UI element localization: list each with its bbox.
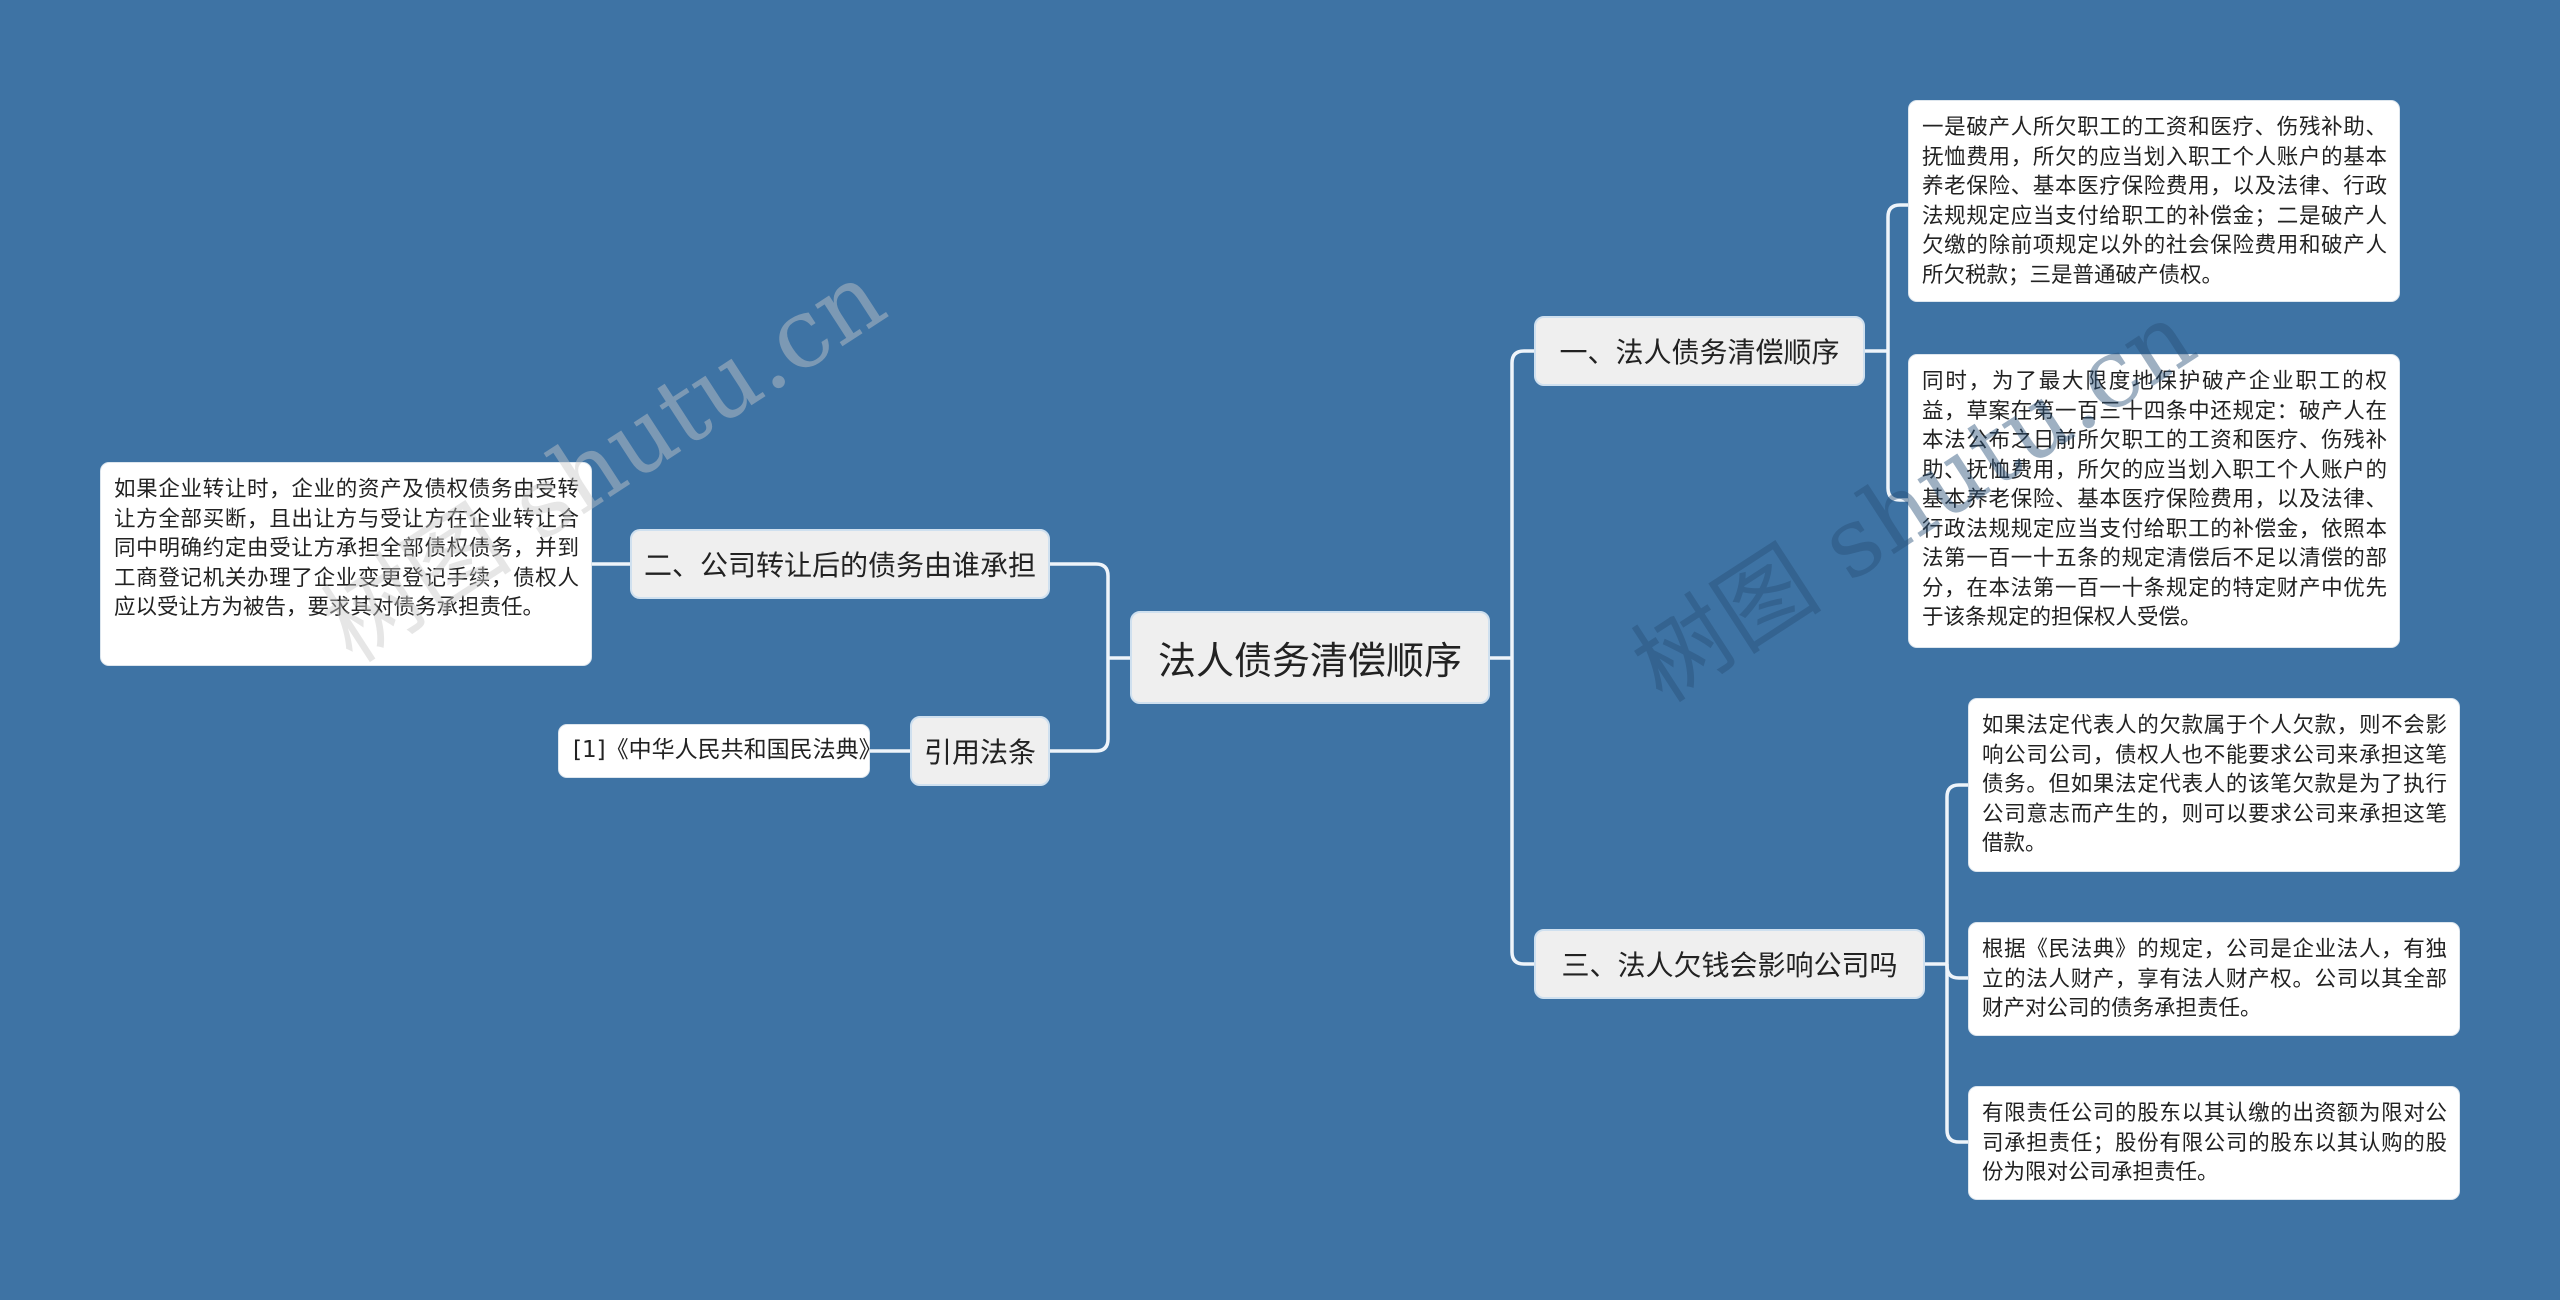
root-node[interactable]: 法人债务清偿顺序 [1130,611,1490,704]
leaf-civil-code-rule[interactable]: 根据《民法典》的规定，公司是企业法人，有独立的法人财产，享有法人财产权。公司以其… [1968,922,2460,1036]
connector-to-leaf-3-3 [1945,964,1968,1144]
leaf-text: [1]《中华人民共和国民法典》 [573,737,882,764]
leaf-civil-code-citation[interactable]: [1]《中华人民共和国民法典》 [558,724,882,778]
topic-cited-laws[interactable]: 引用法条 [910,716,1050,786]
topic-label: 三、法人欠钱会影响公司吗 [1561,949,1898,982]
leaf-personal-debt[interactable]: 如果法定代表人的欠款属于个人欠款，则不会影响公司公司，债权人也不能要求公司来承担… [1968,698,2460,872]
topic-label: 一、法人债务清偿顺序 [1559,336,1840,369]
leaf-text: 如果法定代表人的欠款属于个人欠款，则不会影响公司公司，债权人也不能要求公司来承担… [1982,713,2447,856]
leaf-repayment-order-detail[interactable]: 一是破产人所欠职工的工资和医疗、伤残补助、抚恤费用，所欠的应当划入职工个人账户的… [1908,100,2400,302]
connector-to-leaf-1-2 [1886,351,1908,502]
topic-owner-debt-affects-company[interactable]: 三、法人欠钱会影响公司吗 [1534,929,1925,999]
leaf-text: 同时，为了最大限度地保护破产企业职工的权益，草案在第一百三十四条中还规定：破产人… [1922,369,2387,630]
root-label: 法人债务清偿顺序 [1157,639,1462,683]
connector-to-topic-3 [1510,658,1534,966]
topic-debt-repayment-order[interactable]: 一、法人债务清偿顺序 [1534,316,1865,386]
connector-to-leaf-3-2 [1945,964,1968,980]
connector-to-citation-topic [1050,658,1110,753]
leaf-text: 如果企业转让时，企业的资产及债权债务由受转让方全部买断，且出让方与受让方在企业转… [114,477,579,620]
topic-label: 二、公司转让后的债务由谁承担 [643,549,1036,582]
connector-to-topic-2 [1050,562,1110,658]
leaf-transfer-detail[interactable]: 如果企业转让时，企业的资产及债权债务由受转让方全部买断，且出让方与受让方在企业转… [100,462,592,666]
leaf-employee-protection[interactable]: 同时，为了最大限度地保护破产企业职工的权益，草案在第一百三十四条中还规定：破产人… [1908,354,2400,648]
leaf-text: 一是破产人所欠职工的工资和医疗、伤残补助、抚恤费用，所欠的应当划入职工个人账户的… [1922,115,2387,288]
topic-debt-after-transfer[interactable]: 二、公司转让后的债务由谁承担 [630,529,1050,599]
connector-to-leaf-1-1 [1886,203,1908,351]
leaf-shareholder-liability[interactable]: 有限责任公司的股东以其认缴的出资额为限对公司承担责任；股份有限公司的股东以其认购… [1968,1086,2460,1200]
leaf-text: 根据《民法典》的规定，公司是企业法人，有独立的法人财产，享有法人财产权。公司以其… [1982,937,2447,1021]
connector-to-topic-1 [1510,349,1534,658]
connector-to-leaf-3-1 [1945,783,1968,964]
leaf-text: 有限责任公司的股东以其认缴的出资额为限对公司承担责任；股份有限公司的股东以其认购… [1982,1101,2447,1185]
topic-label: 引用法条 [923,736,1036,769]
